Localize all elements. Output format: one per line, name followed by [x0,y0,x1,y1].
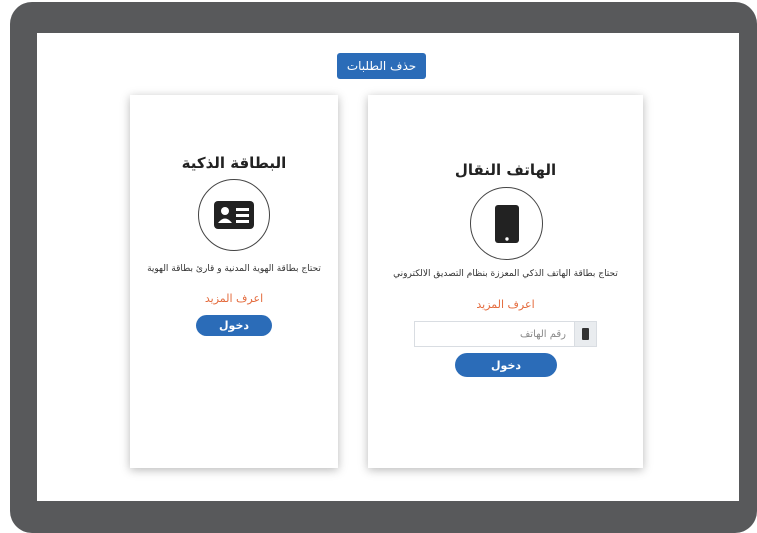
phone-number-field [414,321,597,347]
mobile-description: تحتاج بطاقة الهاتف الذكي المعززة بنظام ا… [393,269,618,279]
mobile-login-button[interactable]: دخول [455,353,557,377]
mobile-phone-icon [470,187,543,260]
phone-addon-icon [574,322,596,346]
phone-number-input[interactable] [415,322,574,346]
smart-card-learn-more-link[interactable]: اعرف المزيد [130,292,338,305]
id-card-icon [198,179,270,251]
smart-card-description: تحتاج بطاقة الهوية المدنية و قارئ بطاقة … [147,264,321,274]
mobile-login-card: الهاتف النقال تحتاج بطاقة الهاتف الذكي ا… [368,95,643,468]
smart-card-login-button[interactable]: دخول [196,315,272,336]
card-title-mobile: الهاتف النقال [454,161,557,179]
delete-requests-button[interactable]: حذف الطلبات [337,53,426,79]
mobile-learn-more-link[interactable]: اعرف المزيد [368,298,643,311]
smart-card-login-card: البطاقة الذكية تحتاج بطاقة الهوية المدني… [130,95,338,468]
card-title-smart-card: البطاقة الذكية [181,154,287,172]
